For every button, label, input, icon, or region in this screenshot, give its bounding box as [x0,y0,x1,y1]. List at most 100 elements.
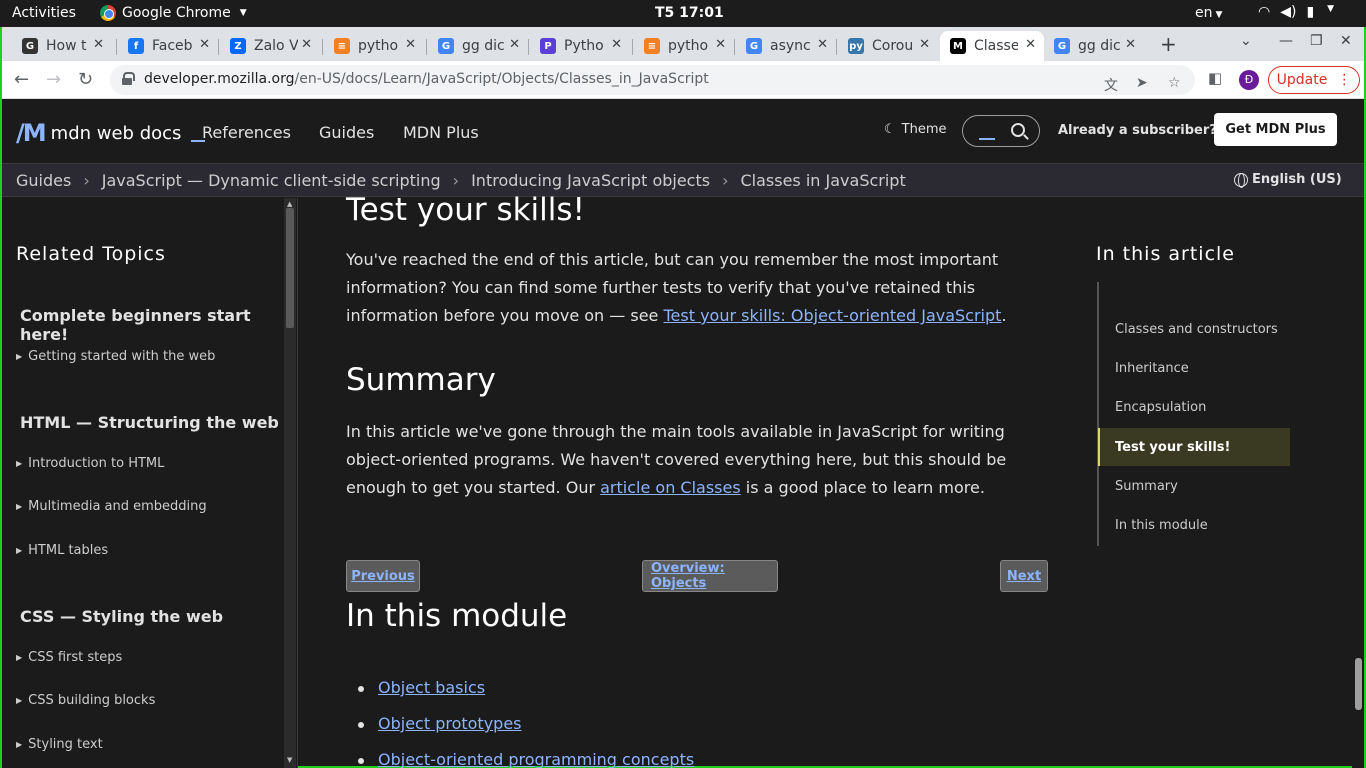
app-menu[interactable]: Google Chrome ▼ [100,5,247,21]
toc-item-encapsulation[interactable]: Encapsulation [1098,388,1290,426]
sidebar-item-multimedia[interactable]: Multimedia and embedding [16,499,207,514]
clock[interactable]: T5 17:01 [655,5,724,21]
tab-separator [322,39,323,55]
sidebar-item-styling-text[interactable]: Styling text [16,737,103,752]
table-of-contents: In this article Classes and constructors… [1096,198,1296,598]
module-link-object-prototypes[interactable]: Object prototypes [378,714,522,733]
sidebar-title: Related Topics [16,243,166,265]
breadcrumb-classes[interactable]: Classes in JavaScript [740,171,905,190]
sidebar-item-intro-html[interactable]: Introduction to HTML [16,456,164,471]
tab-favicon-icon: G [438,38,454,54]
close-tab-icon[interactable]: ✕ [919,37,930,52]
send-icon[interactable]: ➤ [1136,75,1148,91]
overview-objects-button[interactable]: Overview: Objects [642,560,778,592]
globe-icon [1234,172,1248,188]
toc-item-inheritance[interactable]: Inheritance [1098,349,1290,387]
close-tab-icon[interactable]: ✕ [715,37,726,52]
translate-icon[interactable]: ⽂ [1104,75,1118,95]
sidebar-item-html-tables[interactable]: HTML tables [16,543,108,558]
toc-item-in-this-module[interactable]: In this module [1098,506,1290,544]
sidebar-section-css[interactable]: CSS — Styling the web [20,607,223,626]
close-tab-icon[interactable]: ✕ [93,37,104,52]
minimize-icon[interactable]: — [1279,33,1293,49]
breadcrumb-guides[interactable]: Guides [16,171,71,190]
sidebar-item-css-first-steps[interactable]: CSS first steps [16,650,122,665]
nav-mdn-plus[interactable]: MDN Plus [403,123,479,142]
sidebar-scroll-thumb[interactable] [286,208,294,328]
reload-icon[interactable]: ↻ [78,69,93,90]
test-your-skills-link[interactable]: Test your skills: Object-oriented JavaSc… [663,306,1001,325]
tab-2[interactable]: Z Zalo V ✕ [220,31,320,61]
tab-search-icon[interactable]: ⌄ [1240,33,1252,49]
nav-guides[interactable]: Guides [319,123,374,142]
mdn-logo[interactable]: /M mdn web docs [16,119,206,147]
tab-3[interactable]: ≡ pytho ✕ [324,31,424,61]
search-icon[interactable] [1011,123,1025,137]
tab-0[interactable]: G How t ✕ [12,31,112,61]
side-panel-icon[interactable]: ◧ [1208,69,1222,87]
profile-avatar[interactable]: Đ [1239,70,1259,90]
lock-icon[interactable] [122,72,135,85]
toc-title: In this article [1096,243,1235,265]
breadcrumb-objects[interactable]: Introducing JavaScript objects [471,171,710,190]
tab-separator [116,39,117,55]
sidebar-item-css-building-blocks[interactable]: CSS building blocks [16,693,155,708]
close-tab-icon[interactable]: ✕ [611,37,622,52]
tab-10[interactable]: Ggg dic ✕ [1044,31,1144,61]
url-host: developer.mozilla.org [144,71,295,87]
sidebar-section-html[interactable]: HTML — Structuring the web [20,413,279,432]
url-text[interactable]: developer.mozilla.org/en-US/docs/Learn/J… [144,71,709,87]
get-mdn-plus-button[interactable]: Get MDN Plus [1214,113,1337,146]
previous-button[interactable]: Previous [346,560,420,592]
input-language[interactable]: en ▼ [1195,5,1222,21]
sidebar-item-getting-started[interactable]: Getting started with the web [16,349,215,364]
nav-references[interactable]: References [202,123,291,142]
maximize-icon[interactable]: ❐ [1310,33,1323,49]
module-link-oop-concepts[interactable]: Object-oriented programming concepts [378,750,694,768]
page-scrollbar[interactable] [1352,198,1364,768]
back-icon[interactable]: ← [14,69,29,90]
update-button[interactable]: Update ⋮ [1268,66,1360,94]
toc-item-summary[interactable]: Summary [1098,467,1290,505]
close-tab-icon[interactable]: ✕ [509,37,520,52]
close-window-icon[interactable]: ✕ [1340,33,1352,49]
scroll-down-icon[interactable]: ▼ [287,756,292,764]
sidebar-scrollbar[interactable]: ▲ ▼ [284,198,296,768]
close-tab-icon[interactable]: ✕ [301,37,312,52]
tab-5[interactable]: P Pytho ✕ [530,31,630,61]
close-tab-icon[interactable]: ✕ [199,37,210,52]
toc-item-test-your-skills[interactable]: Test your skills! [1098,428,1290,466]
sidebar-section-beginners[interactable]: Complete beginners start here! [20,306,297,344]
module-link-object-basics[interactable]: Object basics [378,678,485,697]
tab-8[interactable]: py Corou ✕ [838,31,938,61]
bookmark-star-icon[interactable]: ☆ [1168,75,1181,91]
new-tab-button[interactable]: + [1160,32,1177,56]
breadcrumb-javascript[interactable]: JavaScript — Dynamic client-side scripti… [102,171,441,190]
scroll-up-icon[interactable]: ▲ [287,200,292,208]
close-tab-icon[interactable]: ✕ [1025,37,1036,52]
update-label: Update [1276,72,1328,88]
list-item: Object-oriented programming concepts [346,750,694,768]
activities-button[interactable]: Activities [12,5,76,21]
page-scroll-thumb[interactable] [1355,658,1362,710]
toc-item-classes-constructors[interactable]: Classes and constructors [1098,310,1290,348]
subscriber-login-link[interactable]: Already a subscriber? [1058,123,1217,138]
address-bar[interactable]: developer.mozilla.org/en-US/docs/Learn/J… [110,65,1195,95]
tab-1[interactable]: f Faceb ✕ [118,31,218,61]
tab-7[interactable]: Gasync ✕ [736,31,836,61]
tab-9[interactable]: M Classe ✕ [940,31,1044,61]
theme-button[interactable]: ☾ Theme [884,122,947,137]
tab-4[interactable]: Ggg dic ✕ [428,31,528,61]
tab-6[interactable]: ≡ pytho ✕ [634,31,734,61]
close-tab-icon[interactable]: ✕ [817,37,828,52]
article-on-classes-link[interactable]: article on Classes [600,478,741,497]
summary-paragraph-end: is a good place to learn more. [740,478,985,497]
search-input[interactable] [962,115,1040,147]
search-cursor [979,138,995,140]
close-tab-icon[interactable]: ✕ [1125,37,1136,52]
system-tray[interactable]: ◠ ◀) ▮ ▼ [1258,4,1334,20]
forward-icon[interactable]: → [46,69,61,90]
next-button[interactable]: Next [1000,560,1048,592]
language-selector[interactable]: English (US) [1234,172,1342,188]
close-tab-icon[interactable]: ✕ [405,37,416,52]
